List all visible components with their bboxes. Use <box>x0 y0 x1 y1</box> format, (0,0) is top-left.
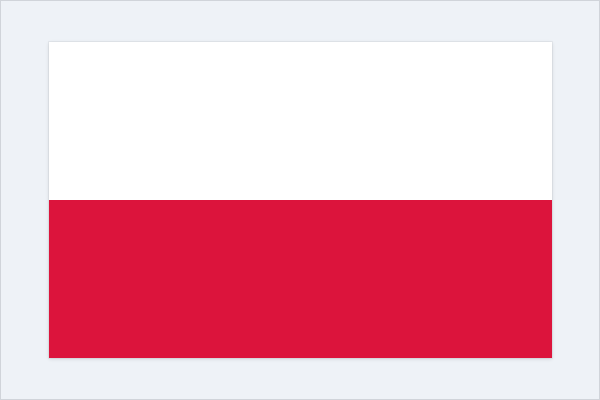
flag-of-poland <box>49 42 552 358</box>
background-canvas <box>0 0 600 400</box>
flag-white-stripe <box>49 42 552 200</box>
flag-red-stripe <box>49 200 552 358</box>
